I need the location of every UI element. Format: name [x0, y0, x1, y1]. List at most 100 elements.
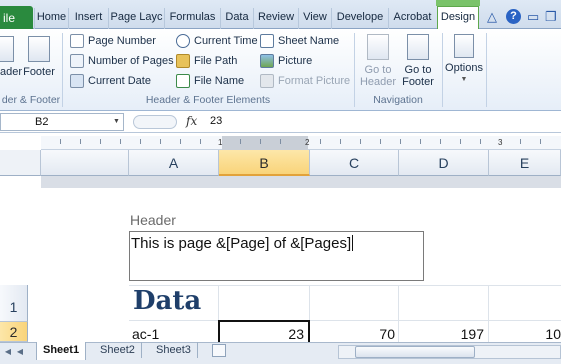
column-header-c[interactable]: C	[310, 150, 399, 176]
tab-formulas[interactable]: Formulas	[164, 8, 220, 29]
cell-a1-title[interactable]: Data	[133, 286, 201, 316]
ruler-tick	[480, 139, 481, 144]
prev-sheet-icon[interactable]: ◀	[14, 345, 26, 359]
chevron-down-icon[interactable]: ▼	[113, 118, 120, 125]
ruler-tick	[60, 139, 61, 144]
minimize-ribbon-icon[interactable]: △	[487, 9, 497, 25]
tab-home[interactable]: Home	[34, 8, 68, 29]
go-to-header-label-1: Go to	[364, 64, 392, 76]
column-header-b[interactable]: B	[219, 150, 310, 176]
page-number-label: Page Number	[88, 35, 156, 47]
header-text-box[interactable]: This is page &[Page] of &[Pages]	[129, 231, 424, 281]
page-number-button[interactable]: Page Number	[70, 32, 156, 50]
format-picture-icon	[260, 74, 274, 88]
horizontal-scroll-thumb[interactable]	[355, 346, 475, 358]
folder-icon	[176, 54, 190, 68]
ruler-tick	[540, 139, 541, 144]
group-separator	[486, 33, 487, 107]
header-button[interactable]: ader	[0, 36, 23, 78]
row-header-1[interactable]: 1	[0, 285, 28, 322]
select-all-corner[interactable]	[0, 150, 41, 176]
go-to-footer-label-2: Footer	[402, 76, 434, 88]
ruler-tick	[360, 139, 361, 144]
sheet-tab-1[interactable]: Sheet1	[36, 342, 87, 360]
ruler-selection-highlight	[222, 136, 308, 150]
go-to-header-button[interactable]: Go to Header	[358, 34, 398, 88]
header-icon	[0, 36, 14, 62]
format-picture-button[interactable]: Format Picture	[260, 72, 350, 90]
picture-label: Picture	[278, 55, 313, 67]
tab-review[interactable]: Review	[253, 8, 298, 29]
tab-view[interactable]: View	[298, 8, 331, 29]
name-box[interactable]: B2	[0, 113, 124, 131]
picture-button[interactable]: Picture	[260, 52, 312, 70]
column-header-d[interactable]: D	[399, 150, 489, 176]
ruler-number: 2	[305, 138, 310, 147]
insert-function-icon[interactable]: fx	[186, 114, 197, 128]
formula-bar-resize-handle[interactable]	[133, 115, 177, 129]
file-name-label: File Name	[194, 75, 245, 87]
tab-developer[interactable]: Develope	[331, 8, 388, 29]
insert-sheet-icon[interactable]	[212, 344, 226, 357]
options-label: Options	[445, 62, 483, 74]
go-to-header-label-2: Header	[359, 76, 397, 88]
file-name-button[interactable]: File Name	[176, 72, 244, 90]
sheet-tab-2[interactable]: Sheet2	[94, 342, 142, 358]
number-of-pages-icon	[70, 54, 84, 68]
formula-input[interactable]: 23	[210, 115, 222, 127]
file-path-button[interactable]: File Path	[176, 52, 237, 70]
file-path-label: File Path	[194, 55, 238, 67]
sheet-name-label: Sheet Name	[278, 35, 340, 47]
current-time-button[interactable]: Current Time	[176, 32, 258, 50]
tab-acrobat[interactable]: Acrobat	[388, 8, 436, 29]
go-to-footer-label-1: Go to	[404, 64, 432, 76]
window-restore-icon[interactable]: ❐	[545, 9, 557, 25]
footer-button-label: Footer	[23, 66, 55, 78]
group-label-navigation: Navigation	[373, 94, 423, 106]
window-minimize-icon[interactable]: ▭	[527, 9, 539, 25]
format-picture-label: Format Picture	[278, 75, 351, 87]
ruler-tick	[160, 139, 161, 144]
sheet-icon	[260, 34, 274, 48]
help-icon[interactable]: ?	[506, 9, 521, 24]
cell-d2[interactable]: 197	[400, 326, 484, 342]
ruler-tick	[200, 139, 201, 144]
ruler-tick	[320, 139, 321, 144]
group-separator	[442, 33, 443, 107]
cell-e2[interactable]: 10	[490, 326, 561, 342]
tab-data[interactable]: Data	[220, 8, 253, 29]
ruler-tick	[520, 139, 521, 144]
text-cursor	[352, 235, 354, 251]
ruler-tick	[280, 139, 281, 144]
sheet-tab-3[interactable]: Sheet3	[150, 342, 198, 358]
options-button[interactable]: Options ▼	[444, 34, 484, 86]
tab-file[interactable]: ile	[0, 6, 33, 29]
ruler-tick	[240, 139, 241, 144]
go-to-footer-button[interactable]: Go to Footer	[398, 34, 438, 88]
cell-a2[interactable]: ac-1	[132, 326, 159, 342]
calendar-icon	[70, 74, 84, 88]
ruler-number: 3	[498, 138, 503, 147]
cell-c2[interactable]: 70	[311, 326, 395, 342]
header-section-label: Header	[130, 212, 176, 228]
column-header-a[interactable]: A	[129, 150, 219, 176]
tab-insert[interactable]: Insert	[68, 8, 108, 29]
sheet-name-button[interactable]: Sheet Name	[260, 32, 339, 50]
gridline	[398, 285, 399, 342]
group-label-elements: Header & Footer Elements	[145, 94, 271, 106]
gridline	[129, 320, 561, 321]
first-sheet-icon[interactable]: ◀	[2, 345, 14, 359]
tab-page-layout[interactable]: Page Layc	[108, 8, 164, 29]
header-button-label: ader	[0, 66, 23, 78]
cell-b2[interactable]: 23	[220, 326, 304, 342]
row-header-2[interactable]: 2	[0, 322, 28, 342]
column-header-e[interactable]: E	[489, 150, 561, 176]
clock-icon	[176, 34, 190, 48]
current-date-button[interactable]: Current Date	[70, 72, 151, 90]
number-of-pages-button[interactable]: Number of Pages	[70, 52, 174, 70]
current-date-label: Current Date	[88, 75, 151, 87]
ruler-tick	[80, 139, 81, 144]
tab-design[interactable]: Design	[437, 6, 479, 30]
footer-button[interactable]: Footer	[20, 36, 58, 78]
ruler-tick	[440, 139, 441, 144]
